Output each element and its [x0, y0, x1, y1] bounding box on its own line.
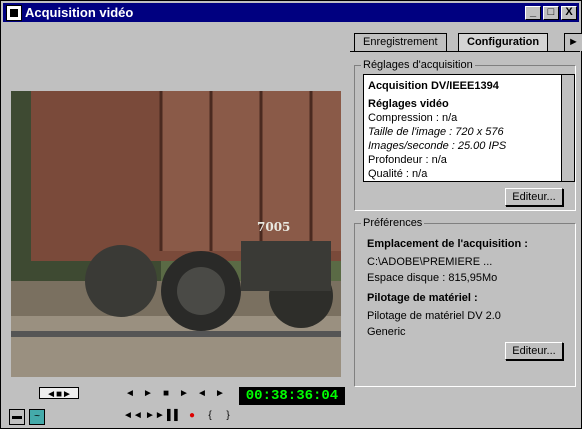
- step-forward-icon[interactable]: ►: [141, 387, 155, 401]
- device-control-value: Generic: [367, 326, 406, 338]
- setting-line: Profondeur : n/a: [368, 154, 447, 166]
- fast-forward-icon[interactable]: ►►: [145, 409, 165, 423]
- app-icon: [6, 4, 22, 21]
- jog-slider[interactable]: ◄■►: [39, 387, 79, 400]
- video-mode-icon[interactable]: ▬: [9, 409, 25, 425]
- minimize-button[interactable]: _: [525, 5, 541, 20]
- title-bar[interactable]: Acquisition vidéo _ □ X: [3, 3, 579, 22]
- train-image: 7005: [11, 91, 341, 377]
- acquisition-settings-group: Réglages d'acquisition Acquisition DV/IE…: [354, 59, 576, 211]
- setting-line: Acquisition DV/IEEE1394: [368, 80, 499, 92]
- acquisition-settings-list[interactable]: Acquisition DV/IEEE1394 Réglages vidéo C…: [363, 74, 575, 182]
- rewind-icon[interactable]: ◄◄: [123, 409, 143, 423]
- video-preview: 7005: [11, 91, 341, 377]
- tab-scroll-right-icon[interactable]: ►: [564, 33, 582, 51]
- preferences-editor-button[interactable]: Editeur...: [505, 342, 563, 360]
- preferences-group: Préférences Emplacement de l'acquisition…: [354, 217, 576, 387]
- setting-line: Compression : n/a: [368, 112, 458, 124]
- car-number: 7005: [257, 220, 290, 234]
- list-scrollbar[interactable]: [561, 75, 574, 181]
- timecode-display: 00:38:36:04: [239, 387, 345, 405]
- previous-frame-icon[interactable]: ◄: [195, 387, 209, 401]
- record-icon[interactable]: ●: [185, 409, 199, 423]
- setting-line: Qualité : n/a: [368, 168, 428, 180]
- transport-controls: ◄■► ◄ ► ■ ► ◄ ► 00:38:36:04 ▬ ~ ◄◄ ►► ▌▌…: [3, 381, 347, 427]
- pause-icon[interactable]: ▌▌: [167, 409, 181, 423]
- stop-icon[interactable]: ■: [159, 387, 173, 401]
- play-icon[interactable]: ►: [177, 387, 191, 401]
- setting-line: Images/seconde : 25.00 IPS: [368, 140, 507, 152]
- capture-window: Acquisition vidéo _ □ X 7005 ◄■► ◄ ► ■ ►…: [0, 0, 582, 429]
- close-button[interactable]: X: [561, 5, 577, 20]
- location-title: Emplacement de l'acquisition :: [367, 238, 528, 250]
- device-control-title: Pilotage de matériel :: [367, 292, 478, 304]
- window-title: Acquisition vidéo: [25, 5, 134, 20]
- tab-enregistrement[interactable]: Enregistrement: [354, 33, 447, 51]
- mark-out-icon[interactable]: }: [221, 409, 235, 423]
- mark-in-icon[interactable]: {: [203, 409, 217, 423]
- acquisition-editor-button[interactable]: Editeur...: [505, 188, 563, 206]
- setting-line: Taille de l'image : 720 x 576: [368, 126, 504, 138]
- setting-line: Réglages vidéo: [368, 98, 449, 110]
- disk-space: Espace disque : 815,95Mo: [367, 272, 498, 284]
- settings-panel: Enregistrement Configuration ► Réglages …: [350, 25, 582, 427]
- tab-divider: [350, 51, 580, 52]
- preferences-group-label: Préférences: [361, 217, 425, 229]
- step-back-icon[interactable]: ◄: [123, 387, 137, 401]
- device-control-name: Pilotage de matériel DV 2.0: [367, 310, 501, 322]
- acquisition-group-label: Réglages d'acquisition: [361, 59, 475, 71]
- location-path: C:\ADOBE\PREMIERE ...: [367, 256, 493, 268]
- tab-configuration[interactable]: Configuration: [458, 33, 549, 51]
- next-frame-icon[interactable]: ►: [213, 387, 227, 401]
- tab-strip: Enregistrement Configuration ►: [350, 33, 582, 51]
- video-area: 7005 ◄■► ◄ ► ■ ► ◄ ► 00:38:36:04 ▬ ~ ◄◄ …: [3, 25, 347, 427]
- maximize-button[interactable]: □: [543, 5, 559, 20]
- audio-waveform-icon[interactable]: ~: [29, 409, 45, 425]
